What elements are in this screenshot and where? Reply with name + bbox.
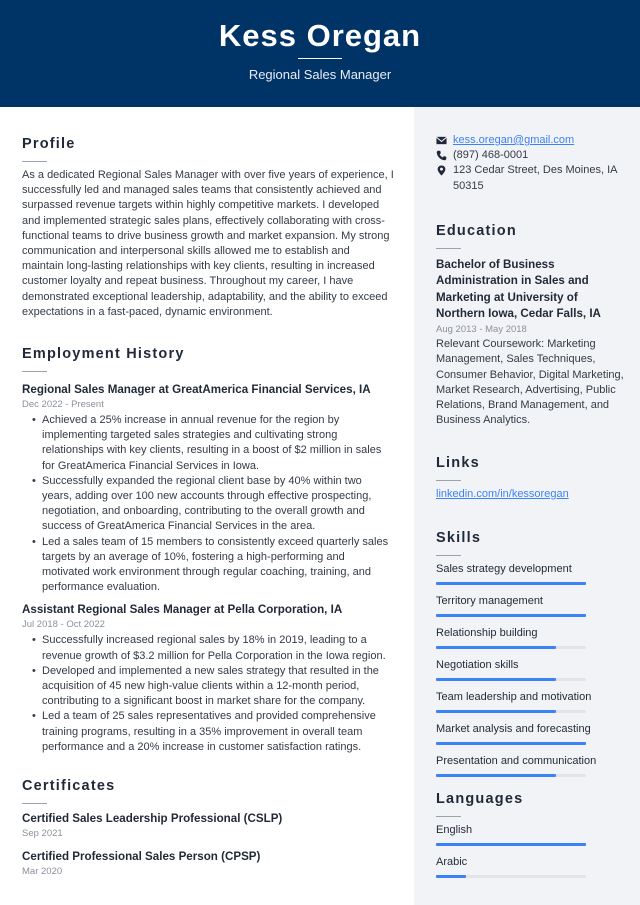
header-divider (298, 58, 342, 59)
contact-phone-row: (897) 468-0001 (436, 148, 626, 163)
section-divider (436, 248, 461, 249)
job-bullets: Achieved a 25% increase in annual revenu… (32, 413, 394, 595)
certificate-item: Certified Professional Sales Person (CPS… (22, 849, 394, 879)
skill-item-level-fill (436, 710, 556, 713)
education-dates: Aug 2013 - May 2018 (436, 324, 527, 336)
certificate-name: Certified Professional Sales Person (CPS… (22, 850, 261, 863)
phone-icon (436, 150, 447, 161)
map-pin-icon (437, 165, 446, 176)
section-divider (22, 161, 47, 162)
links-section: Links linkedin.com/in/kessoregan (436, 453, 626, 502)
skill-item-level-bar (436, 582, 586, 585)
skills-heading: Skills (436, 530, 482, 546)
skill-item-label: Sales strategy development (436, 563, 572, 575)
skill-item: Sales strategy development (436, 562, 626, 585)
job-bullet: Led a team of 25 sales representatives a… (32, 709, 394, 755)
job-bullet: Achieved a 25% increase in annual revenu… (32, 413, 394, 474)
skill-item: Territory management (436, 594, 626, 617)
candidate-name: Kess Oregan (218, 18, 422, 53)
certificates-heading: Certificates (22, 778, 116, 794)
certificates-section: Certificates Certified Sales Leadership … (22, 776, 394, 879)
job-title: Assistant Regional Sales Manager at Pell… (22, 603, 343, 617)
profile-section: Profile As a dedicated Regional Sales Ma… (22, 134, 394, 320)
skill-item: Presentation and communication (436, 754, 626, 777)
languages-section: Languages English Arabic (436, 789, 626, 887)
skill-item-level-bar (436, 774, 586, 777)
education-heading: Education (436, 223, 517, 239)
address: 123 Cedar Street, Des Moines, IA 50315 (453, 164, 617, 192)
language-item-level-bar (436, 843, 586, 846)
section-divider (436, 816, 461, 817)
contact-address-row: 123 Cedar Street, Des Moines, IA 50315 (436, 163, 626, 193)
employment-heading: Employment History (22, 346, 185, 362)
job-entry: Assistant Regional Sales Manager at Pell… (22, 602, 394, 755)
contact-email-row: kess.oregan@gmail.com (436, 133, 626, 148)
language-item-label: English (436, 824, 473, 836)
skill-item-level-fill (436, 774, 556, 777)
profile-heading: Profile (22, 136, 76, 152)
envelope-icon (436, 136, 447, 145)
coursework-text: Relevant Coursework: Marketing Managemen… (436, 338, 624, 427)
languages-list: English Arabic (436, 823, 626, 878)
skill-item-level-fill (436, 582, 586, 585)
skill-item-label: Team leadership and motivation (436, 691, 592, 703)
skill-item-level-bar (436, 646, 586, 649)
skills-list: Sales strategy development Territory mana… (436, 562, 626, 777)
skill-item-label: Market analysis and forecasting (436, 723, 591, 735)
resume-header: Kess Oregan Regional Sales Manager (0, 0, 640, 107)
certificate-date: Mar 2020 (22, 866, 63, 877)
job-bullet: Led a sales team of 15 members to consis… (32, 535, 394, 596)
certificate-name: Certified Sales Leadership Professional … (22, 812, 283, 825)
email-link[interactable]: kess.oregan@gmail.com (453, 134, 574, 146)
degree-title: Bachelor of Business Administration in S… (436, 258, 601, 320)
languages-heading: Languages (436, 791, 524, 807)
language-item-level-bar (436, 875, 586, 878)
skill-item: Team leadership and motivation (436, 690, 626, 713)
language-item-level-fill (436, 843, 586, 846)
job-bullets: Successfully increased regional sales by… (32, 633, 394, 755)
phone-number: (897) 468-0001 (453, 149, 529, 162)
job-title: Regional Sales Manager at GreatAmerica F… (22, 383, 371, 396)
candidate-title: Regional Sales Manager (248, 67, 392, 82)
linkedin-link[interactable]: linkedin.com/in/kessoregan (436, 488, 569, 500)
skill-item-level-fill (436, 614, 586, 617)
job-dates: Dec 2022 - Present (22, 399, 104, 410)
job-bullet: Successfully expanded the regional clien… (32, 474, 394, 535)
section-divider (436, 555, 461, 556)
language-item-label: Arabic (436, 856, 468, 868)
job-bullet: Developed and implemented a new sales st… (32, 664, 394, 710)
job-bullet: Successfully increased regional sales by… (32, 633, 394, 663)
skill-item: Negotiation skills (436, 658, 626, 681)
skill-item-level-bar (436, 678, 586, 681)
skill-item-label: Relationship building (436, 627, 538, 639)
contact-section: kess.oregan@gmail.com (897) 468-0001 123… (436, 133, 626, 194)
links-heading: Links (436, 455, 480, 471)
skill-item-level-fill (436, 742, 586, 745)
skill-item-level-fill (436, 646, 556, 649)
language-item: English (436, 823, 626, 846)
skills-section: Skills Sales strategy development Territo… (436, 528, 626, 786)
language-item: Arabic (436, 855, 626, 878)
language-item-level-fill (436, 875, 466, 878)
skill-item-level-bar (436, 710, 586, 713)
skill-item-level-fill (436, 678, 556, 681)
section-divider (436, 480, 461, 481)
skill-item-label: Territory management (436, 595, 543, 607)
profile-text: As a dedicated Regional Sales Manager wi… (22, 169, 394, 318)
skill-item: Relationship building (436, 626, 626, 649)
section-divider (22, 803, 47, 804)
skill-item-label: Negotiation skills (436, 659, 519, 671)
sidebar: kess.oregan@gmail.com (897) 468-0001 123… (414, 107, 640, 905)
employment-section: Employment History Regional Sales Manage… (22, 344, 394, 755)
job-entry: Regional Sales Manager at GreatAmerica F… (22, 382, 394, 595)
skill-item-level-bar (436, 742, 586, 745)
skill-item-label: Presentation and communication (436, 755, 597, 767)
section-divider (22, 371, 47, 372)
education-section: Education Bachelor of Business Administr… (436, 221, 626, 428)
skill-item: Market analysis and forecasting (436, 722, 626, 745)
certificate-date: Sep 2021 (22, 828, 63, 839)
skill-item-level-bar (436, 614, 586, 617)
certificate-item: Certified Sales Leadership Professional … (22, 811, 394, 841)
job-dates: Jul 2018 - Oct 2022 (22, 619, 105, 631)
